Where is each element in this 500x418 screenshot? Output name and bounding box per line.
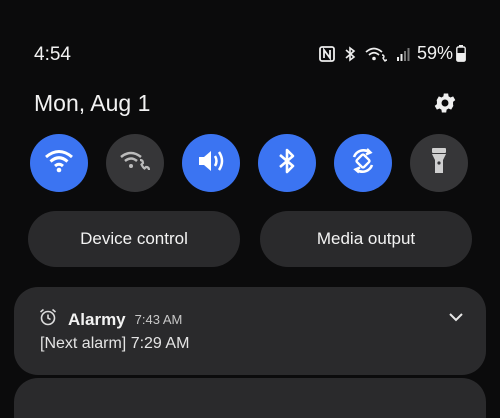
- notification-app-name: Alarmy: [68, 309, 126, 329]
- notification-body: [Next alarm] 7:29 AM: [40, 335, 190, 352]
- rotate-icon: [347, 145, 379, 182]
- date: Mon, Aug 1: [34, 90, 151, 116]
- bluetooth-icon: [344, 45, 356, 62]
- status-time: 4:54: [34, 44, 71, 65]
- flashlight-icon: [428, 146, 450, 181]
- wifi-icon: [44, 148, 74, 179]
- notification-header: Alarmy 7:43 AM: [38, 307, 182, 332]
- wifi-calling-icon: [120, 148, 151, 179]
- sound-toggle[interactable]: [182, 134, 240, 192]
- notification-card[interactable]: Alarmy 7:43 AM [Next alarm] 7:29 AM: [14, 287, 486, 375]
- speaker-icon: [196, 148, 226, 179]
- flashlight-toggle[interactable]: [410, 134, 468, 192]
- quick-settings-row: [30, 134, 470, 192]
- status-icons: 59%: [319, 43, 466, 64]
- signal-icon: [396, 46, 410, 62]
- battery-percent: 59%: [416, 43, 453, 63]
- device-control-button[interactable]: Device control: [28, 211, 240, 267]
- wifi-calling-toggle[interactable]: [106, 134, 164, 192]
- battery-icon: [456, 45, 466, 62]
- alarm-clock-icon: [38, 307, 58, 332]
- notification-time: 7:43 AM: [134, 312, 183, 327]
- gear-icon[interactable]: [432, 90, 458, 116]
- status-bar: 4:54 59%: [0, 0, 500, 65]
- wifi-calling-icon: [365, 46, 387, 62]
- media-output-label: Media output: [316, 229, 416, 248]
- nfc-icon: [319, 45, 335, 62]
- auto-rotate-toggle[interactable]: [334, 134, 392, 192]
- wifi-toggle[interactable]: [30, 134, 88, 192]
- device-control-label: Device control: [80, 229, 188, 248]
- next-notification-card[interactable]: [14, 378, 486, 418]
- media-output-button[interactable]: Media output: [260, 211, 472, 267]
- bluetooth-toggle[interactable]: [258, 134, 316, 192]
- bluetooth-icon: [277, 147, 297, 180]
- chevron-down-icon[interactable]: [447, 310, 465, 328]
